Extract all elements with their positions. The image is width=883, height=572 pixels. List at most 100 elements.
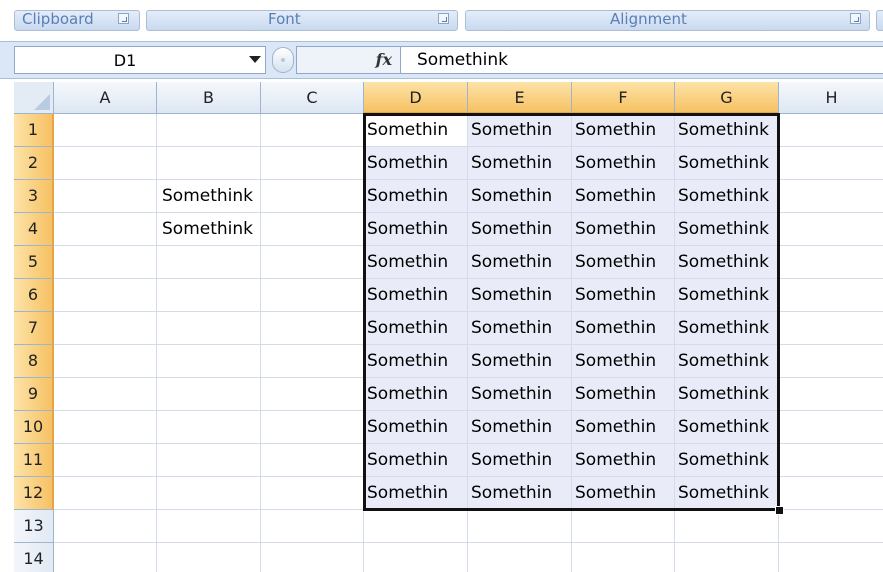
cell-a10[interactable] bbox=[54, 411, 157, 444]
row-header-8[interactable]: 8 bbox=[14, 345, 54, 378]
row-header-9[interactable]: 9 bbox=[14, 378, 54, 411]
cell-d1[interactable]: Somethin bbox=[364, 114, 468, 147]
insert-function-icon[interactable]: fx bbox=[376, 50, 392, 69]
cell-c11[interactable] bbox=[261, 444, 364, 477]
cell-g11[interactable]: Somethink bbox=[675, 444, 779, 477]
name-box[interactable]: D1 bbox=[14, 46, 266, 74]
cell-c5[interactable] bbox=[261, 246, 364, 279]
cell-g13[interactable] bbox=[675, 510, 779, 543]
worksheet-grid[interactable]: A B C D E F G H 1 Somethin Somethin Somethin Somethi… bbox=[14, 82, 883, 572]
cell-e8[interactable]: Somethin bbox=[468, 345, 572, 378]
cell-e12[interactable]: Somethin bbox=[468, 477, 572, 510]
chevron-down-icon[interactable] bbox=[249, 56, 261, 63]
cell-f13[interactable] bbox=[572, 510, 675, 543]
cell-f6[interactable]: Somethin bbox=[572, 279, 675, 312]
cell-d7[interactable]: Somethin bbox=[364, 312, 468, 345]
cell-e10[interactable]: Somethin bbox=[468, 411, 572, 444]
clipboard-dialog-launcher-icon[interactable] bbox=[118, 13, 129, 24]
cell-d11[interactable]: Somethin bbox=[364, 444, 468, 477]
cell-a3[interactable] bbox=[54, 180, 157, 213]
cell-b2[interactable] bbox=[157, 147, 261, 180]
select-all-button[interactable] bbox=[14, 82, 54, 114]
cell-d9[interactable]: Somethin bbox=[364, 378, 468, 411]
column-header-f[interactable]: F bbox=[572, 82, 675, 114]
row-header-2[interactable]: 2 bbox=[14, 147, 54, 180]
cell-b1[interactable] bbox=[157, 114, 261, 147]
column-header-a[interactable]: A bbox=[54, 82, 157, 114]
cell-e1[interactable]: Somethin bbox=[468, 114, 572, 147]
cell-e3[interactable]: Somethin bbox=[468, 180, 572, 213]
cell-a11[interactable] bbox=[54, 444, 157, 477]
cell-a5[interactable] bbox=[54, 246, 157, 279]
cell-f14[interactable] bbox=[572, 543, 675, 572]
cell-c8[interactable] bbox=[261, 345, 364, 378]
cell-h10[interactable] bbox=[779, 411, 883, 444]
cell-c13[interactable] bbox=[261, 510, 364, 543]
cell-a7[interactable] bbox=[54, 312, 157, 345]
cell-d12[interactable]: Somethin bbox=[364, 477, 468, 510]
cell-c2[interactable] bbox=[261, 147, 364, 180]
cell-h7[interactable] bbox=[779, 312, 883, 345]
cell-b3[interactable]: Somethink bbox=[157, 180, 261, 213]
cell-h1[interactable] bbox=[779, 114, 883, 147]
cell-e7[interactable]: Somethin bbox=[468, 312, 572, 345]
cell-g2[interactable]: Somethink bbox=[675, 147, 779, 180]
cell-e5[interactable]: Somethin bbox=[468, 246, 572, 279]
row-header-14[interactable]: 14 bbox=[14, 543, 54, 572]
column-header-c[interactable]: C bbox=[261, 82, 364, 114]
cell-h3[interactable] bbox=[779, 180, 883, 213]
cell-a12[interactable] bbox=[54, 477, 157, 510]
cell-c4[interactable] bbox=[261, 213, 364, 246]
cell-a8[interactable] bbox=[54, 345, 157, 378]
cell-g6[interactable]: Somethink bbox=[675, 279, 779, 312]
cell-g3[interactable]: Somethink bbox=[675, 180, 779, 213]
cell-h8[interactable] bbox=[779, 345, 883, 378]
cell-f9[interactable]: Somethin bbox=[572, 378, 675, 411]
cell-b14[interactable] bbox=[157, 543, 261, 572]
cell-d2[interactable]: Somethin bbox=[364, 147, 468, 180]
cell-c9[interactable] bbox=[261, 378, 364, 411]
cell-g12[interactable]: Somethink bbox=[675, 477, 779, 510]
column-header-e[interactable]: E bbox=[468, 82, 572, 114]
row-header-1[interactable]: 1 bbox=[14, 114, 54, 147]
cell-g7[interactable]: Somethink bbox=[675, 312, 779, 345]
cell-b4[interactable]: Somethink bbox=[157, 213, 261, 246]
alignment-dialog-launcher-icon[interactable] bbox=[850, 13, 861, 24]
cell-e13[interactable] bbox=[468, 510, 572, 543]
cell-f10[interactable]: Somethin bbox=[572, 411, 675, 444]
cell-f11[interactable]: Somethin bbox=[572, 444, 675, 477]
cell-g14[interactable] bbox=[675, 543, 779, 572]
cell-c1[interactable] bbox=[261, 114, 364, 147]
cell-e2[interactable]: Somethin bbox=[468, 147, 572, 180]
cell-b7[interactable] bbox=[157, 312, 261, 345]
cell-h12[interactable] bbox=[779, 477, 883, 510]
cell-h2[interactable] bbox=[779, 147, 883, 180]
cell-f8[interactable]: Somethin bbox=[572, 345, 675, 378]
cell-b8[interactable] bbox=[157, 345, 261, 378]
cell-b10[interactable] bbox=[157, 411, 261, 444]
cell-e9[interactable]: Somethin bbox=[468, 378, 572, 411]
cell-f5[interactable]: Somethin bbox=[572, 246, 675, 279]
cell-h11[interactable] bbox=[779, 444, 883, 477]
cell-b9[interactable] bbox=[157, 378, 261, 411]
cell-a14[interactable] bbox=[54, 543, 157, 572]
cell-g1[interactable]: Somethink bbox=[675, 114, 779, 147]
cell-f3[interactable]: Somethin bbox=[572, 180, 675, 213]
cell-d14[interactable] bbox=[364, 543, 468, 572]
cell-d10[interactable]: Somethin bbox=[364, 411, 468, 444]
row-header-10[interactable]: 10 bbox=[14, 411, 54, 444]
cell-d6[interactable]: Somethin bbox=[364, 279, 468, 312]
cell-b12[interactable] bbox=[157, 477, 261, 510]
cell-c7[interactable] bbox=[261, 312, 364, 345]
cell-h9[interactable] bbox=[779, 378, 883, 411]
cell-g4[interactable]: Somethink bbox=[675, 213, 779, 246]
cell-a13[interactable] bbox=[54, 510, 157, 543]
cell-d3[interactable]: Somethin bbox=[364, 180, 468, 213]
cell-c12[interactable] bbox=[261, 477, 364, 510]
row-header-4[interactable]: 4 bbox=[14, 213, 54, 246]
cell-a9[interactable] bbox=[54, 378, 157, 411]
font-dialog-launcher-icon[interactable] bbox=[438, 13, 449, 24]
column-header-g[interactable]: G bbox=[675, 82, 779, 114]
row-header-5[interactable]: 5 bbox=[14, 246, 54, 279]
cell-c14[interactable] bbox=[261, 543, 364, 572]
